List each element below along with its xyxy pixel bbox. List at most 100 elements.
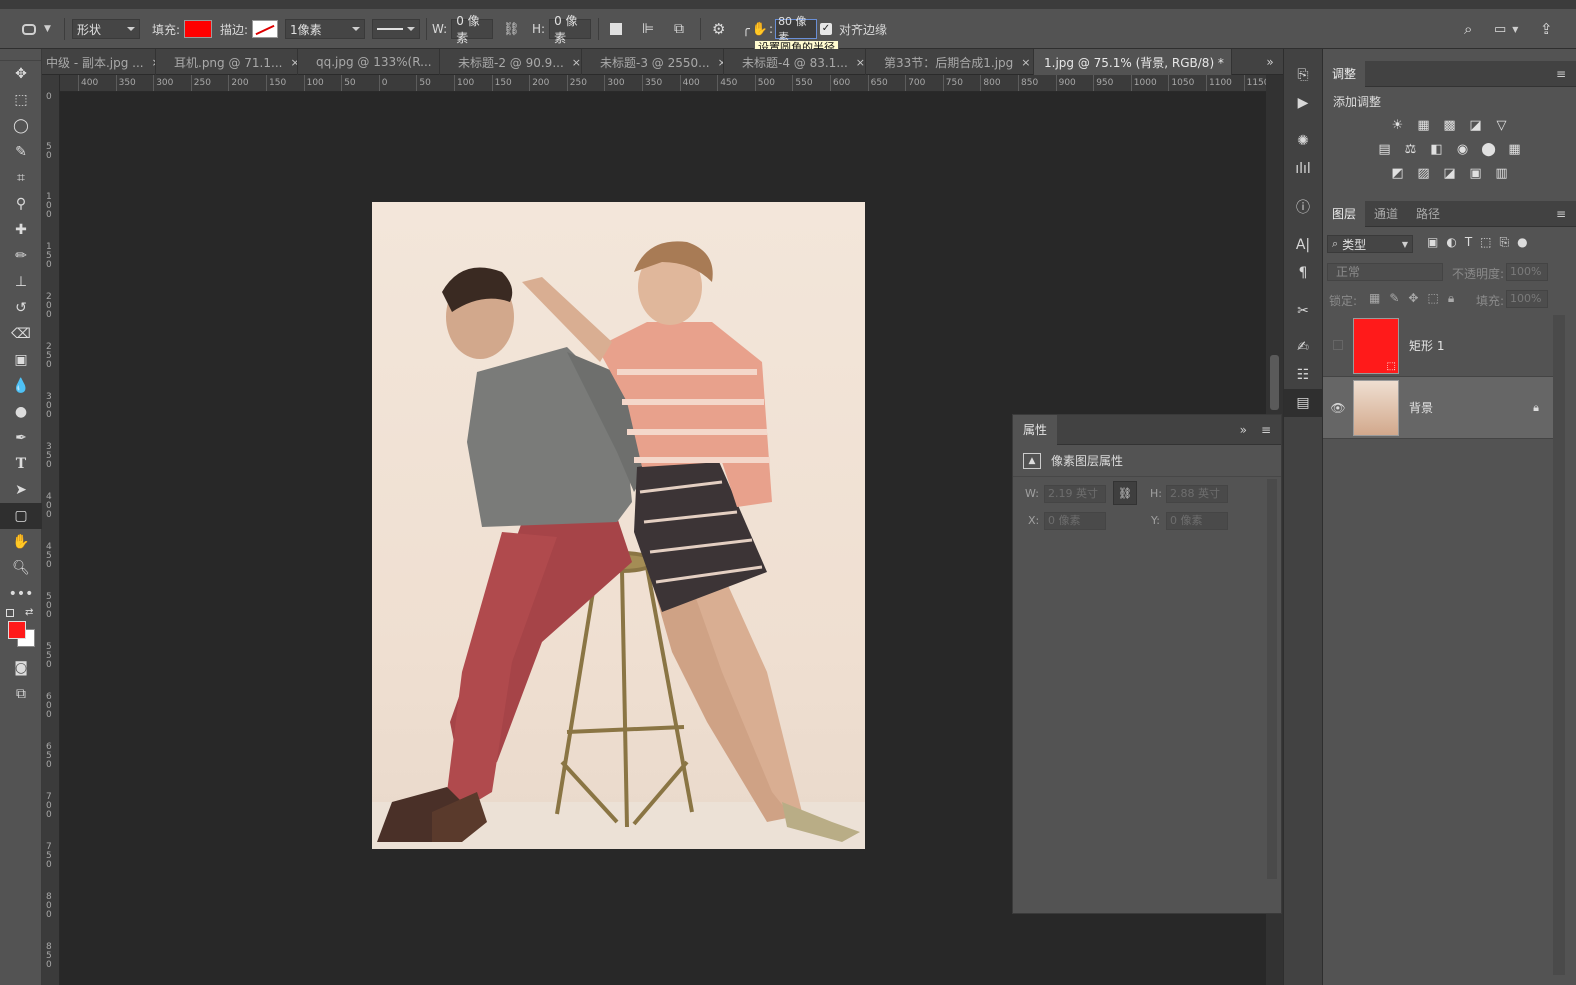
type-tool-icon[interactable]: T <box>0 451 42 477</box>
tab-adjustments[interactable]: 调整 <box>1323 60 1366 87</box>
panel-menu-icon[interactable]: ≡ <box>1556 67 1566 81</box>
layer-row[interactable]: ⬚ 矩形 1 <box>1323 315 1553 377</box>
horizontal-ruler[interactable]: 400 350 300 250 200 150 100 50 0 50 100 150 200 250 30… <box>60 75 1266 92</box>
hand-tool-icon[interactable]: ✋ <box>0 529 42 555</box>
photo-filter-icon[interactable]: ◉ <box>1454 141 1472 158</box>
history-icon[interactable]: ⎘ <box>1284 61 1322 89</box>
fill-swatch[interactable] <box>184 20 213 38</box>
move-tool-icon[interactable]: ✥ <box>0 61 42 87</box>
adjust-sliders-icon[interactable]: ☷ <box>1284 361 1322 389</box>
tab-overflow-icon[interactable]: » <box>1257 49 1283 74</box>
threshold-icon[interactable]: ◪ <box>1441 165 1459 182</box>
history-brush-tool-icon[interactable]: ↺ <box>0 295 42 321</box>
tab-paths[interactable]: 路径 <box>1407 201 1449 227</box>
gradient-map-icon[interactable]: ▥ <box>1493 165 1511 182</box>
dodge-tool-icon[interactable]: ● <box>0 399 42 425</box>
path-selection-tool-icon[interactable]: ➤ <box>0 477 42 503</box>
doc-tab[interactable]: 中级 - 副本.jpg ...× <box>42 49 156 75</box>
prop-width-field[interactable]: 2.19 英寸 <box>1044 485 1106 503</box>
prop-height-field[interactable]: 2.88 英寸 <box>1166 485 1228 503</box>
path-alignment-icon[interactable]: ⊫ <box>642 21 654 37</box>
stroke-swatch[interactable] <box>252 20 279 38</box>
lock-transparent-icon[interactable]: ▦ <box>1369 291 1380 306</box>
link-icon[interactable]: ⛓ <box>503 22 520 37</box>
character-icon[interactable]: A| <box>1284 231 1322 259</box>
lock-all-icon[interactable]: 🔒︎ <box>1448 291 1454 306</box>
doc-tab[interactable]: 耳机.png @ 71.1...× <box>156 49 298 75</box>
gear-icon[interactable]: ⚙ <box>712 20 725 38</box>
pen-tool-icon[interactable]: ✒ <box>0 425 42 451</box>
document-image[interactable] <box>372 202 865 849</box>
tool-presets-icon[interactable]: ✂ <box>1284 297 1322 325</box>
radius-field[interactable]: 80 像素 <box>775 15 818 44</box>
screen-mode-icon[interactable]: ⧉ <box>0 681 42 707</box>
quick-selection-tool-icon[interactable]: ✎ <box>0 139 42 165</box>
workspace-icon[interactable]: ▭ <box>1494 22 1506 37</box>
vibrance-icon[interactable]: ▽ <box>1493 117 1511 134</box>
blend-mode-select[interactable]: 正常 <box>1327 263 1443 281</box>
chevron-down-icon[interactable]: ▼ <box>1512 25 1518 34</box>
mode-select[interactable]: 形状 <box>72 19 140 39</box>
doc-tab[interactable]: 未标题-4 @ 83.1... × <box>724 49 866 75</box>
close-icon[interactable]: × <box>1021 56 1030 69</box>
lasso-tool-icon[interactable]: ◯ <box>0 113 42 139</box>
close-icon[interactable]: × <box>572 56 581 69</box>
brushes-icon[interactable]: ılıl <box>1284 155 1322 183</box>
marquee-tool-icon[interactable]: ⬚ <box>0 87 42 113</box>
swap-colors-icon[interactable]: ⇄ <box>25 607 33 618</box>
path-arrangement-icon[interactable]: ⧉ <box>674 21 684 37</box>
color-balance-icon[interactable]: ⚖ <box>1402 141 1420 158</box>
doc-tab[interactable]: 第33节：后期合成1.jpg × <box>866 49 1034 75</box>
doc-tab[interactable]: 未标题-2 @ 90.9... × <box>440 49 582 75</box>
hue-saturation-icon[interactable]: ▤ <box>1376 141 1394 158</box>
opacity-field[interactable]: 100% <box>1506 263 1548 281</box>
eye-icon[interactable]: 👁︎ <box>1323 401 1353 415</box>
filter-pixel-icon[interactable]: ▣ <box>1427 235 1438 250</box>
lock-image-icon[interactable]: ✎ <box>1389 291 1399 306</box>
brush-presets-icon[interactable]: ✍ <box>1284 333 1322 361</box>
scroll-thumb[interactable] <box>1270 355 1279 410</box>
filter-type-icon[interactable]: T <box>1465 235 1472 250</box>
search-icon[interactable]: ⌕ <box>1464 20 1472 38</box>
properties-tab[interactable]: 属性 <box>1013 414 1058 445</box>
foreground-color-swatch[interactable] <box>8 621 26 639</box>
selective-color-icon[interactable]: ▣ <box>1467 165 1485 182</box>
filter-toggle-icon[interactable]: ● <box>1517 235 1527 250</box>
info-icon[interactable]: ⓘ <box>1284 193 1322 221</box>
collapse-icon[interactable]: » <box>1240 423 1247 437</box>
panel-grip[interactable] <box>0 49 41 61</box>
fill-field[interactable]: 100% <box>1506 290 1548 308</box>
visibility-toggle[interactable] <box>1323 339 1353 353</box>
prop-x-field[interactable]: 0 像素 <box>1044 512 1106 530</box>
prop-y-field[interactable]: 0 像素 <box>1166 512 1228 530</box>
gradient-tool-icon[interactable]: ▣ <box>0 347 42 373</box>
color-lookup-icon[interactable]: ▦ <box>1506 141 1524 158</box>
eraser-tool-icon[interactable]: ⌫ <box>0 321 42 347</box>
blur-tool-icon[interactable]: 💧 <box>0 373 42 399</box>
paragraph-icon[interactable]: ¶ <box>1284 259 1322 287</box>
more-tools-icon[interactable]: ••• <box>0 581 42 607</box>
panel-menu-icon[interactable]: ≡ <box>1556 207 1566 221</box>
share-icon[interactable]: ⇪ <box>1540 20 1553 38</box>
link-icon[interactable]: ⛓ <box>1113 481 1137 505</box>
doc-tab-active[interactable]: 1.jpg @ 75.1% (背景, RGB/8) *× <box>1034 49 1232 75</box>
height-field[interactable]: 0 像素 <box>549 14 592 45</box>
exposure-icon[interactable]: ◪ <box>1467 117 1485 134</box>
quick-mask-icon[interactable]: ◙ <box>0 655 42 681</box>
width-field[interactable]: 0 像素 <box>451 14 494 45</box>
brush-tool-icon[interactable]: ✏ <box>0 243 42 269</box>
layer-filter-select[interactable]: ⌕ 类型 ▼ <box>1327 235 1413 253</box>
rounded-rectangle-tool-icon[interactable]: ▢ <box>0 503 42 529</box>
tab-layers[interactable]: 图层 <box>1323 200 1366 227</box>
menu-bar[interactable] <box>0 0 1576 9</box>
filter-shape-icon[interactable]: ⬚ <box>1480 235 1491 250</box>
black-white-icon[interactable]: ◧ <box>1428 141 1446 158</box>
close-icon[interactable]: × <box>856 56 865 69</box>
eyedropper-tool-icon[interactable]: ⚲ <box>0 191 42 217</box>
brush-settings-icon[interactable]: ✺ <box>1284 127 1322 155</box>
filter-adjustment-icon[interactable]: ◐ <box>1446 235 1456 250</box>
crop-tool-icon[interactable]: ⌗ <box>0 165 42 191</box>
default-colors-icon[interactable] <box>6 609 14 617</box>
posterize-icon[interactable]: ▨ <box>1415 165 1433 182</box>
invert-icon[interactable]: ◩ <box>1389 165 1407 182</box>
